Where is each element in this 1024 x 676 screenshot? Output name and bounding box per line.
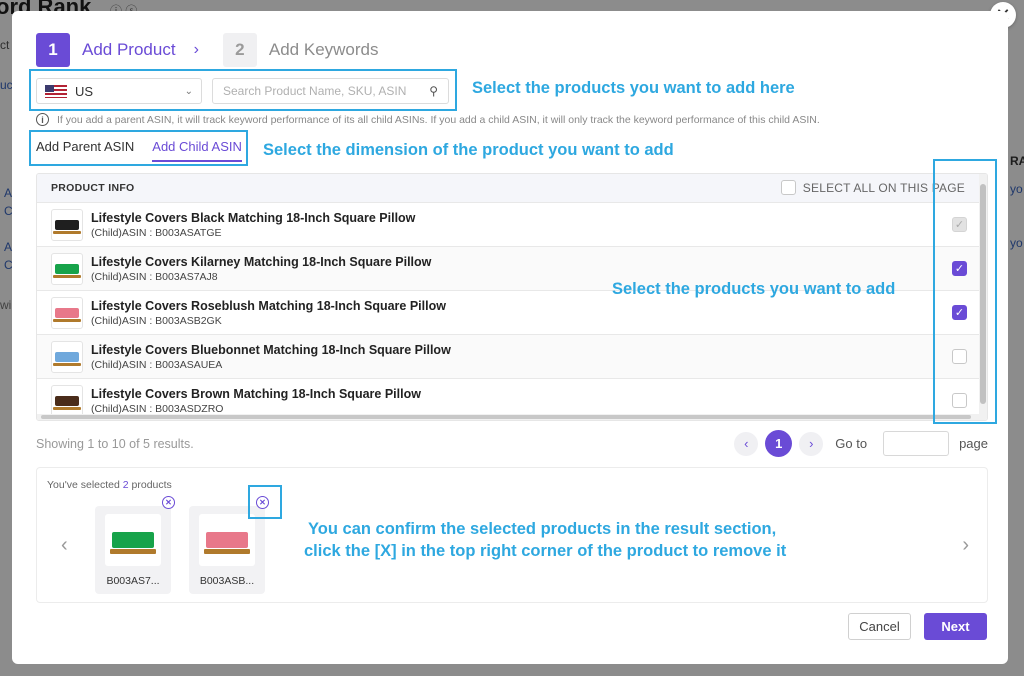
carousel-prev-button[interactable]: ‹ — [61, 534, 68, 557]
callout-checkboxes: Select the products you want to add — [612, 280, 896, 298]
product-asin: (Child)ASIN : B003ASATGE — [91, 226, 222, 239]
column-header-product-info: PRODUCT INFO — [51, 182, 135, 194]
carousel-next-button[interactable]: › — [962, 534, 969, 557]
step-1-number: 1 — [36, 33, 70, 67]
page-label: page — [959, 436, 988, 451]
row-checkbox: ✓ — [952, 217, 967, 232]
table-body: Lifestyle Covers Black Matching 18-Inch … — [37, 202, 987, 420]
table-row[interactable]: Lifestyle Covers Black Matching 18-Inch … — [37, 202, 987, 246]
search-icon[interactable]: ⚲ — [429, 84, 438, 98]
scrollbar-thumb[interactable] — [980, 184, 986, 404]
row-checkbox[interactable]: ✓ — [952, 261, 967, 276]
add-product-modal: 1 Add Product › 2 Add Keywords US ⌄ ⚲ Se… — [12, 11, 1008, 664]
select-all-checkbox[interactable]: SELECT ALL ON THIS PAGE — [780, 180, 965, 195]
step-2-label: Add Keywords — [268, 40, 379, 59]
pagination: ‹ 1 › Go to page — [734, 430, 988, 457]
product-thumbnail — [199, 514, 255, 566]
selected-count-text: You've selected 2 products — [47, 479, 172, 491]
stepper: 1 Add Product › 2 Add Keywords — [36, 33, 379, 67]
remove-product-button[interactable]: ✕ — [162, 496, 175, 509]
remove-product-button[interactable]: ✕ — [256, 496, 269, 509]
callout-search: Select the products you want to add here — [472, 79, 795, 97]
checkbox[interactable] — [780, 180, 796, 195]
results-summary: Showing 1 to 10 of 5 results. — [36, 437, 194, 451]
step-1-label: Add Product — [82, 40, 176, 59]
product-info: Lifestyle Covers Black Matching 18-Inch … — [91, 211, 415, 239]
product-thumbnail — [105, 514, 161, 566]
goto-page-input[interactable] — [883, 431, 950, 456]
horizontal-scrollbar[interactable] — [37, 414, 981, 420]
product-asin: (Child)ASIN : B003ASDZRO — [91, 402, 224, 415]
product-name: Lifestyle Covers Bluebonnet Matching 18-… — [91, 342, 451, 357]
selected-product-card: B003ASB... ✕ — [189, 496, 269, 594]
vertical-scrollbar[interactable] — [979, 174, 987, 420]
cancel-button[interactable]: Cancel — [848, 613, 911, 640]
product-asin: (Child)ASIN : B003AS7AJ8 — [91, 270, 218, 283]
marketplace-label: US — [75, 83, 94, 99]
product-info: Lifestyle Covers Brown Matching 18-Inch … — [91, 387, 421, 415]
asin-type-tabs: Add Parent ASIN Add Child ASIN — [36, 136, 242, 162]
product-thumbnail — [51, 208, 83, 241]
prev-page-button[interactable]: ‹ — [734, 431, 759, 456]
product-thumbnail — [51, 340, 83, 373]
product-search: ⚲ — [212, 78, 449, 104]
select-all-label: SELECT ALL ON THIS PAGE — [802, 180, 965, 195]
table-row[interactable]: Lifestyle Covers Bluebonnet Matching 18-… — [37, 334, 987, 378]
sofa-icon — [53, 219, 81, 234]
selected-product-asin: B003AS7... — [106, 575, 160, 587]
sofa-icon — [110, 532, 156, 554]
sofa-icon — [53, 395, 81, 410]
us-flag-icon — [45, 84, 67, 98]
row-checkbox[interactable] — [952, 393, 967, 408]
callout-tabs: Select the dimension of the product you … — [263, 141, 674, 159]
sofa-icon — [204, 532, 250, 554]
product-name: Lifestyle Covers Roseblush Matching 18-I… — [91, 298, 446, 313]
scrollbar-thumb[interactable] — [41, 415, 971, 419]
table-header: PRODUCT INFO SELECT ALL ON THIS PAGE — [37, 174, 987, 202]
product-thumbnail — [51, 296, 83, 329]
product-asin: (Child)ASIN : B003ASB2GK — [91, 314, 222, 327]
page-number-current[interactable]: 1 — [765, 430, 793, 457]
product-info: Lifestyle Covers Roseblush Matching 18-I… — [91, 299, 446, 327]
chevron-right-icon: › — [193, 41, 199, 58]
selected-product-asin: B003ASB... — [199, 575, 255, 587]
step-2-number: 2 — [222, 33, 257, 67]
sofa-icon — [53, 351, 81, 366]
callout-selected-line1: You can confirm the selected products in… — [308, 520, 777, 538]
goto-label: Go to — [835, 436, 868, 451]
info-text: If you add a parent ASIN, it will track … — [57, 113, 820, 126]
product-name: Lifestyle Covers Kilarney Matching 18-In… — [91, 254, 432, 269]
info-icon: i — [36, 113, 49, 126]
row-checkbox[interactable]: ✓ — [952, 305, 967, 320]
next-button[interactable]: Next — [924, 613, 987, 640]
product-thumbnail — [51, 252, 83, 285]
product-name: Lifestyle Covers Brown Matching 18-Inch … — [91, 386, 421, 401]
product-asin: (Child)ASIN : B003ASAUEA — [91, 358, 223, 371]
selected-product-card: B003AS7... ✕ — [95, 496, 175, 594]
product-thumbnail — [51, 384, 83, 417]
product-info: Lifestyle Covers Bluebonnet Matching 18-… — [91, 343, 451, 371]
selected-prefix: You've selected — [47, 479, 123, 491]
marketplace-select[interactable]: US ⌄ — [36, 78, 202, 104]
info-note: i If you add a parent ASIN, it will trac… — [36, 113, 820, 126]
search-input[interactable] — [223, 84, 430, 98]
callout-selected-line2: click the [X] in the top right corner of… — [304, 542, 787, 560]
selected-suffix: products — [128, 479, 172, 491]
tab-add-child-asin[interactable]: Add Child ASIN — [152, 136, 242, 162]
product-info: Lifestyle Covers Kilarney Matching 18-In… — [91, 255, 431, 283]
product-name: Lifestyle Covers Black Matching 18-Inch … — [91, 210, 416, 225]
chevron-down-icon: ⌄ — [184, 85, 193, 97]
next-page-button[interactable]: › — [799, 431, 824, 456]
sofa-icon — [53, 307, 81, 322]
sofa-icon — [53, 263, 81, 278]
tab-add-parent-asin[interactable]: Add Parent ASIN — [36, 136, 134, 162]
row-checkbox[interactable] — [952, 349, 967, 364]
